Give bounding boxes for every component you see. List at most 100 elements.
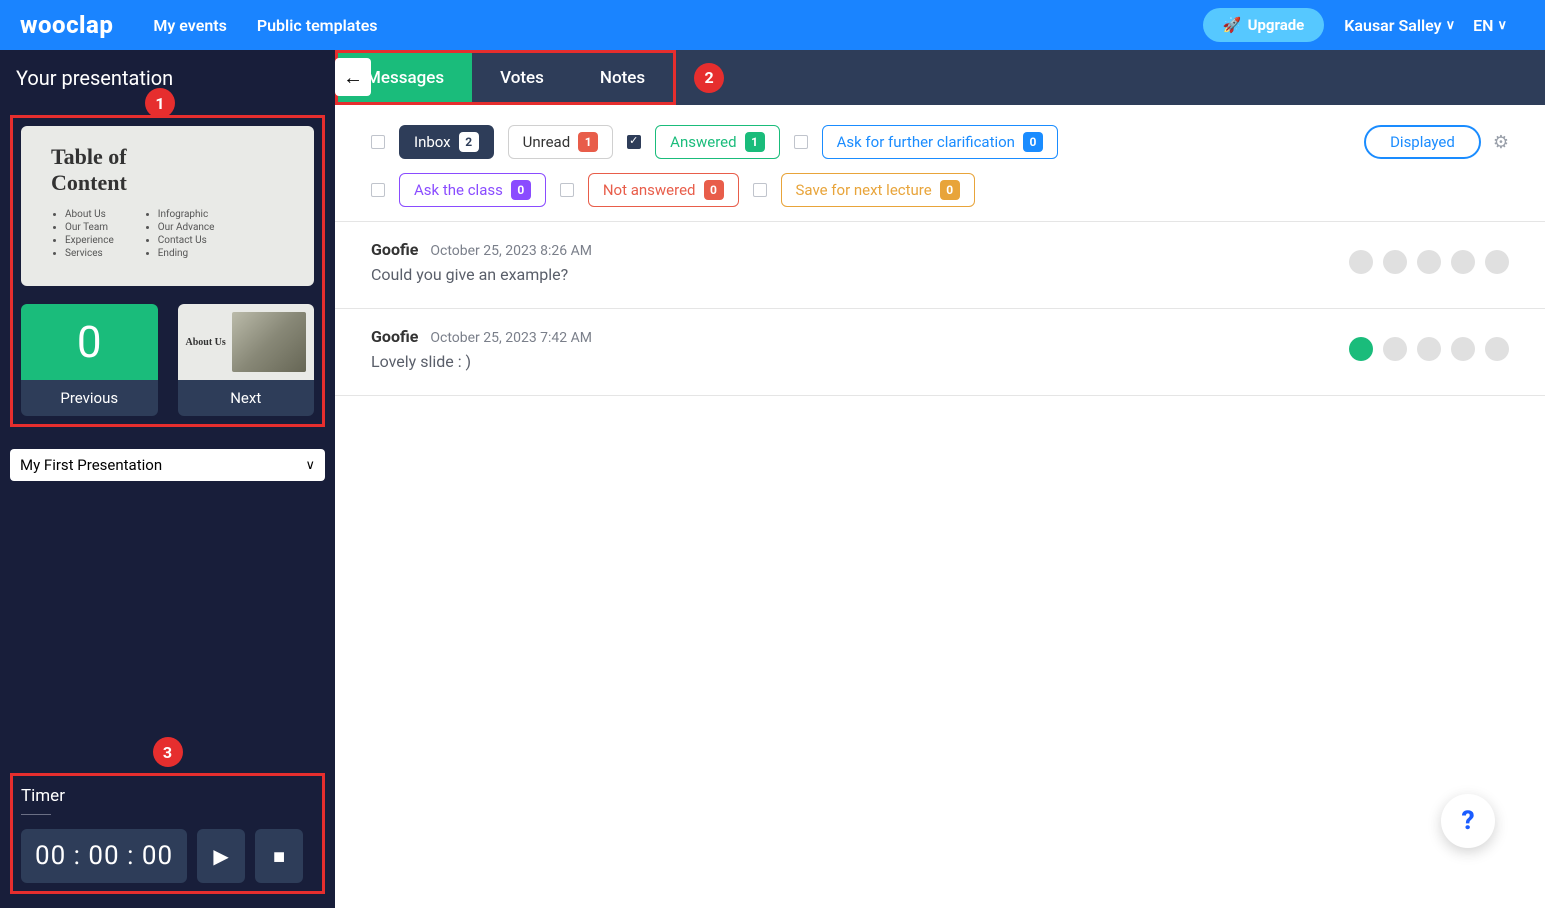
arrow-left-icon: ← — [343, 65, 363, 90]
subheader: Your presentation ← 1 Messages Votes Not… — [0, 50, 1545, 105]
lang-menu[interactable]: EN ∨ — [1473, 16, 1507, 35]
filter-count: 1 — [745, 132, 765, 152]
prev-card[interactable]: 0 Previous — [21, 304, 158, 416]
filter-row-2: Ask the class 0 Not answered 0 Save for … — [371, 173, 1509, 207]
help-button[interactable]: ? — [1441, 794, 1495, 848]
select-all-checkbox[interactable] — [371, 135, 385, 149]
toc-item: Ending — [158, 248, 215, 259]
toc-cols: About Us Our Team Experience Services In… — [51, 209, 284, 261]
slides-annotation-box: Table of Content About Us Our Team Exper… — [10, 115, 325, 427]
slide-group: Table of Content About Us Our Team Exper… — [13, 118, 322, 424]
message-author: Goofie — [371, 327, 418, 346]
filter-save-next[interactable]: Save for next lecture 0 — [781, 173, 975, 207]
message-body: Lovely slide : ) — [371, 352, 1509, 371]
toc-item: Contact Us — [158, 235, 215, 246]
filter-count: 0 — [1023, 132, 1043, 152]
nav-my-events[interactable]: My events — [153, 16, 227, 35]
message-tags — [1349, 250, 1509, 274]
user-menu[interactable]: Kausar Salley ∨ — [1344, 16, 1455, 35]
filter-ask-clarification[interactable]: Ask for further clarification 0 — [822, 125, 1058, 159]
next-card[interactable]: About Us Next — [178, 304, 315, 416]
filter-unread[interactable]: Unread 1 — [508, 125, 614, 159]
annotation-1: 1 — [145, 88, 175, 118]
next-preview: About Us — [178, 304, 315, 380]
upgrade-button[interactable]: 🚀 Upgrade — [1203, 8, 1324, 42]
toc-item: Experience — [65, 235, 114, 246]
filter-count: 2 — [459, 132, 479, 152]
main-content: Inbox 2 Unread 1 Answered 1 Ask for furt… — [335, 105, 1545, 908]
message-body: Could you give an example? — [371, 265, 1509, 284]
filter-label: Ask the class — [414, 181, 503, 199]
message-date: October 25, 2023 7:42 AM — [430, 330, 592, 346]
tag-dot[interactable] — [1451, 250, 1475, 274]
stop-icon: ■ — [273, 844, 285, 869]
tag-dot[interactable] — [1451, 337, 1475, 361]
tag-dot[interactable] — [1417, 250, 1441, 274]
filter-label: Save for next lecture — [796, 181, 932, 199]
image-placeholder — [232, 312, 306, 372]
save-next-checkbox[interactable] — [753, 183, 767, 197]
tag-dot[interactable] — [1349, 337, 1373, 361]
slide-title-line1: Table of — [51, 144, 127, 169]
filter-label: Answered — [670, 133, 736, 151]
timer-play-button[interactable]: ▶ — [197, 829, 245, 883]
filter-count: 0 — [940, 180, 960, 200]
chevron-down-icon: ∨ — [1497, 18, 1507, 33]
toc-item: Our Team — [65, 222, 114, 233]
filter-inbox[interactable]: Inbox 2 — [399, 125, 494, 159]
divider — [21, 814, 51, 815]
filter-count: 0 — [704, 180, 724, 200]
filter-label: Ask for further clarification — [837, 133, 1015, 151]
logo[interactable]: wooclap — [20, 11, 113, 39]
filter-label: Not answered — [603, 181, 696, 199]
tag-dot[interactable] — [1485, 250, 1509, 274]
timer-stop-button[interactable]: ■ — [255, 829, 303, 883]
message-author: Goofie — [371, 240, 418, 259]
displayed-button[interactable]: Displayed — [1364, 125, 1481, 159]
prev-preview: 0 — [21, 304, 158, 380]
filter-ask-class[interactable]: Ask the class 0 — [399, 173, 546, 207]
filter-label: Unread — [523, 133, 571, 151]
prev-label: Previous — [21, 380, 158, 416]
collapse-sidebar-button[interactable]: ← — [335, 58, 371, 96]
filter-row-1: Inbox 2 Unread 1 Answered 1 Ask for furt… — [371, 125, 1509, 159]
not-answered-checkbox[interactable] — [560, 183, 574, 197]
filter-bar: Inbox 2 Unread 1 Answered 1 Ask for furt… — [335, 105, 1545, 222]
tab-notes[interactable]: Notes — [572, 53, 673, 102]
timer-row: 00 : 00 : 00 ▶ ■ — [21, 829, 314, 883]
main-layout: Table of Content About Us Our Team Exper… — [0, 105, 1545, 908]
rocket-icon: 🚀 — [1223, 16, 1242, 34]
tab-votes[interactable]: Votes — [472, 53, 572, 102]
gear-icon[interactable]: ⚙ — [1493, 132, 1509, 153]
answered-checkbox[interactable] — [627, 135, 641, 149]
tag-dot[interactable] — [1383, 337, 1407, 361]
timer-display: 00 : 00 : 00 — [21, 829, 187, 883]
toc-item: About Us — [65, 209, 114, 220]
presentation-select[interactable]: My First Presentation ∨ — [10, 449, 325, 481]
tag-dot[interactable] — [1417, 337, 1441, 361]
play-icon: ▶ — [213, 844, 228, 868]
message-item[interactable]: Goofie October 25, 2023 7:42 AM Lovely s… — [335, 309, 1545, 396]
nav-public-templates[interactable]: Public templates — [257, 16, 378, 35]
ask-class-checkbox[interactable] — [371, 183, 385, 197]
filter-answered[interactable]: Answered 1 — [655, 125, 779, 159]
current-slide-preview[interactable]: Table of Content About Us Our Team Exper… — [21, 126, 314, 286]
right-controls: Displayed ⚙ — [1364, 125, 1509, 159]
slide-title-line2: Content — [51, 170, 127, 195]
ask-clarification-checkbox[interactable] — [794, 135, 808, 149]
sidebar-title: Your presentation — [16, 66, 173, 90]
filter-not-answered[interactable]: Not answered 0 — [588, 173, 739, 207]
sidebar: Table of Content About Us Our Team Exper… — [0, 105, 335, 908]
tag-dot[interactable] — [1383, 250, 1407, 274]
lang-label: EN — [1473, 16, 1493, 35]
top-bar: wooclap My events Public templates 🚀 Upg… — [0, 0, 1545, 50]
tag-dot[interactable] — [1349, 250, 1373, 274]
toc-item: Our Advance — [158, 222, 215, 233]
annotation-2: 2 — [694, 63, 724, 93]
message-list: Goofie October 25, 2023 8:26 AM Could yo… — [335, 222, 1545, 396]
toc-right: Infographic Our Advance Contact Us Endin… — [144, 209, 215, 261]
message-item[interactable]: Goofie October 25, 2023 8:26 AM Could yo… — [335, 222, 1545, 309]
filter-label: Inbox — [414, 133, 451, 151]
toc-item: Infographic — [158, 209, 215, 220]
tag-dot[interactable] — [1485, 337, 1509, 361]
